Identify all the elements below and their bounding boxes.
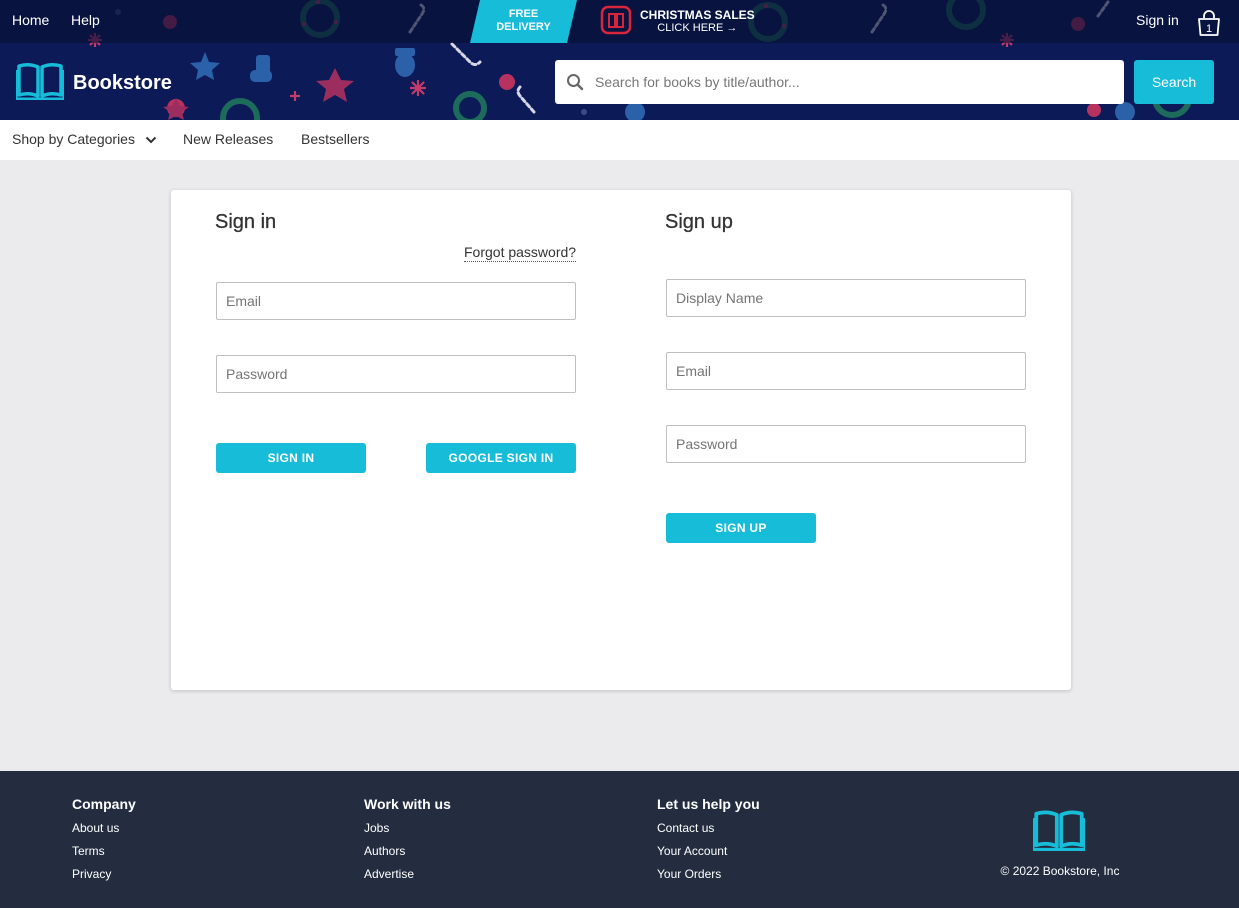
promo-title: CHRISTMAS SALES	[640, 8, 755, 22]
new-releases-link[interactable]: New Releases	[183, 131, 273, 147]
free-delivery-line2: DELIVERY	[496, 21, 551, 33]
advertise-link[interactable]: Advertise	[364, 867, 451, 882]
free-delivery-banner[interactable]: FREE DELIVERY	[470, 0, 577, 43]
sign-up-button[interactable]: SIGN UP	[666, 513, 816, 543]
cart-count: 1	[1206, 23, 1212, 35]
sign-up-password-field[interactable]	[666, 425, 1026, 463]
footer-book-logo-icon	[1031, 809, 1087, 856]
brand-name: Bookstore	[73, 72, 172, 94]
forgot-password-link[interactable]: Forgot password?	[464, 244, 577, 262]
terms-link[interactable]: Terms	[72, 844, 136, 859]
sign-up-email-field[interactable]	[666, 352, 1026, 390]
footer-help-column: Let us help you Contact us Your Account …	[657, 796, 760, 890]
jobs-link[interactable]: Jobs	[364, 821, 451, 836]
sign-up-title: Sign up	[665, 211, 733, 233]
footer-work-title: Work with us	[364, 796, 451, 812]
cart-icon[interactable]: 1	[1196, 9, 1222, 37]
sign-in-email-field[interactable]	[216, 282, 576, 320]
brand-logo-link[interactable]: Bookstore	[14, 62, 172, 105]
category-nav: Shop by Categories New Releases Bestsell…	[0, 120, 1239, 160]
search-button[interactable]: Search	[1134, 60, 1214, 104]
search-bar	[555, 60, 1124, 104]
footer-work-column: Work with us Jobs Authors Advertise	[364, 796, 451, 890]
search-input[interactable]	[595, 74, 1105, 90]
footer-company-title: Company	[72, 796, 136, 812]
your-account-link[interactable]: Your Account	[657, 844, 760, 859]
christmas-sales-promo[interactable]: CHRISTMAS SALES CLICK HERE →	[600, 4, 755, 41]
footer-help-title: Let us help you	[657, 796, 760, 812]
home-link[interactable]: Home	[12, 12, 49, 28]
chevron-down-icon	[145, 131, 157, 147]
search-icon	[555, 60, 595, 104]
footer-company-column: Company About us Terms Privacy	[72, 796, 136, 890]
sign-in-link[interactable]: Sign in	[1136, 12, 1179, 28]
contact-us-link[interactable]: Contact us	[657, 821, 760, 836]
privacy-link[interactable]: Privacy	[72, 867, 136, 882]
sign-in-title: Sign in	[215, 211, 277, 233]
google-sign-in-button[interactable]: GOOGLE SIGN IN	[426, 443, 576, 473]
sign-in-password-field[interactable]	[216, 355, 576, 393]
shop-by-categories-dropdown[interactable]: Shop by Categories	[12, 131, 157, 147]
shop-by-categories-label: Shop by Categories	[12, 131, 135, 147]
promo-cta: CLICK HERE →	[657, 22, 738, 34]
your-orders-link[interactable]: Your Orders	[657, 867, 760, 882]
sign-up-display-name-field[interactable]	[666, 279, 1026, 317]
help-link[interactable]: Help	[71, 12, 100, 28]
free-delivery-line1: FREE	[508, 8, 539, 20]
site-footer: Company About us Terms Privacy Work with…	[0, 771, 1239, 908]
bestsellers-link[interactable]: Bestsellers	[301, 131, 369, 147]
about-us-link[interactable]: About us	[72, 821, 136, 836]
authors-link[interactable]: Authors	[364, 844, 451, 859]
book-gift-icon	[600, 4, 632, 41]
auth-card: Sign in Forgot password? SIGN IN GOOGLE …	[171, 190, 1071, 690]
book-logo-icon	[14, 62, 66, 105]
site-header: Home Help FREE DELIVERY CHRISTMAS SALES …	[0, 0, 1239, 120]
sign-in-button[interactable]: SIGN IN	[216, 443, 366, 473]
copyright-text: © 2022 Bookstore, Inc	[1000, 864, 1120, 878]
